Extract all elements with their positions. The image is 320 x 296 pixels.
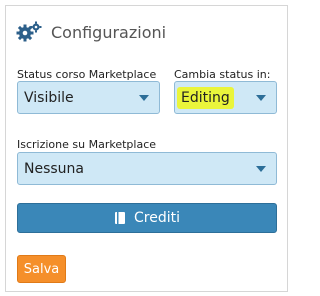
cambia-status-label: Cambia status in: <box>174 68 271 81</box>
chevron-down-icon <box>256 94 266 101</box>
chevron-down-icon <box>139 94 149 101</box>
crediti-button[interactable]: Crediti <box>17 203 277 233</box>
iscrizione-label: Iscrizione su Marketplace <box>17 138 157 151</box>
chevron-down-icon <box>256 165 266 172</box>
iscrizione-select[interactable]: Nessuna <box>17 152 277 185</box>
panel-header: Configurazioni <box>15 18 166 46</box>
iscrizione-value: Nessuna <box>24 160 84 177</box>
cambia-status-value: Editing <box>177 86 234 109</box>
status-corso-label: Status corso Marketplace <box>17 68 157 81</box>
book-icon <box>114 211 126 225</box>
cambia-status-select[interactable]: Editing <box>174 81 277 114</box>
page-title: Configurazioni <box>51 22 167 42</box>
crediti-label: Crediti <box>134 210 180 226</box>
status-corso-select[interactable]: Visibile <box>17 81 160 114</box>
save-button[interactable]: Salva <box>17 255 66 283</box>
gears-icon <box>15 20 43 44</box>
status-corso-value: Visibile <box>24 89 74 106</box>
save-label: Salva <box>23 261 60 277</box>
